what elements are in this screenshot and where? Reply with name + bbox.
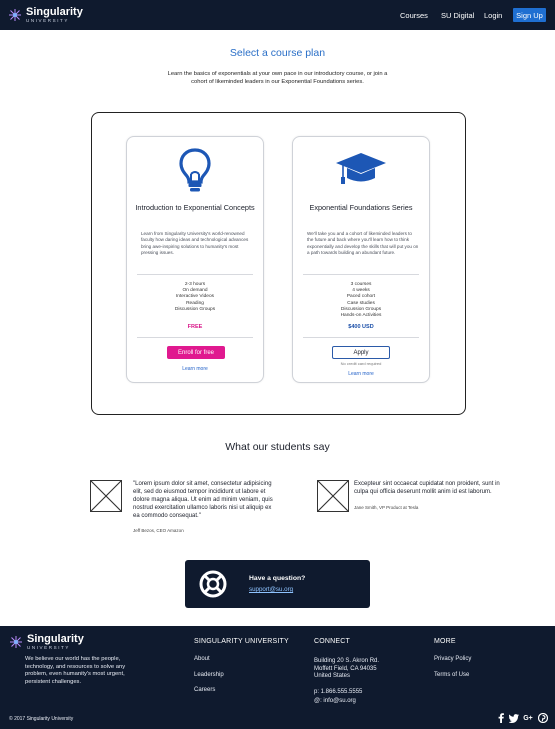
footer-heading-su: SINGULARITY UNIVERSITY (194, 638, 289, 645)
testimonial-quote: Excepteur sint occaecat cupidatat non pr… (354, 481, 500, 495)
help-box: Have a question? support@su.org (185, 560, 370, 608)
footer-logo[interactable]: Singularity UNIVERSITY (9, 634, 84, 651)
feature-list: 3 courses 4 weeks Paced cohort Case stud… (293, 282, 429, 319)
logo-name: Singularity (26, 5, 83, 18)
divider (303, 337, 419, 338)
signup-button[interactable]: Sign Up (513, 8, 546, 22)
feature-item: Hands-on Activities (340, 313, 382, 319)
price-label: $400 USD (348, 324, 374, 330)
feature-list: 2-3 hours On demand Interactive Videos R… (127, 282, 263, 313)
apply-button[interactable]: Apply (332, 346, 390, 359)
lifebuoy-icon (199, 570, 227, 598)
google-plus-icon[interactable]: G+ (523, 713, 533, 723)
footer-email[interactable]: @: info@su.org (314, 697, 362, 706)
enroll-free-button[interactable]: Enroll for free (167, 346, 225, 359)
address-line: Building 20 S. Akron Rd. (314, 658, 380, 664)
nav-login[interactable]: Login (484, 11, 502, 20)
footer-address: Building 20 S. Akron Rd. Moffett Field, … (314, 658, 379, 681)
testimonial-quote: "Lorem ipsum dolor sit amet, consectetur… (133, 481, 273, 519)
twitter-icon[interactable] (509, 713, 519, 723)
divider (303, 274, 419, 275)
student-photo-placeholder (317, 480, 349, 512)
support-email-link[interactable]: support@su.org (249, 586, 293, 593)
price-label: FREE (187, 324, 203, 330)
feature-item: Discussion Groups (174, 306, 216, 312)
logo-name: Singularity (27, 633, 84, 645)
top-navbar: Singularity UNIVERSITY Courses SU Digita… (0, 0, 555, 30)
card-description: We'll take you and a cohort of likeminde… (307, 231, 419, 256)
footer-heading-more: MORE (434, 638, 456, 645)
nav-su-digital[interactable]: SU Digital (441, 11, 474, 20)
footer-link-terms[interactable]: Terms of Use (434, 672, 469, 678)
footer-link-about[interactable]: About (194, 656, 210, 662)
course-card-foundations: Exponential Foundations Series We'll tak… (292, 136, 430, 383)
card-title: Exponential Foundations Series (309, 203, 413, 212)
help-question: Have a question? (249, 575, 306, 582)
course-card-intro: Introduction to Exponential Concepts Lea… (126, 136, 264, 383)
footer-link-privacy[interactable]: Privacy Policy (434, 656, 471, 662)
copyright: © 2017 Singularity University (9, 716, 74, 722)
footer-phone[interactable]: p: 1.866.555.5555 (314, 688, 362, 697)
site-footer: Singularity UNIVERSITY We believe our wo… (0, 626, 555, 729)
divider (137, 337, 253, 338)
graduation-cap-icon (336, 153, 386, 184)
logo-mark-icon (9, 9, 21, 21)
site-logo[interactable]: Singularity UNIVERSITY (8, 5, 83, 25)
card-description: Learn from Singularity University's worl… (141, 231, 249, 256)
testimonial-author: Jane Smith, VP Product at Tesla (354, 505, 419, 510)
divider (137, 274, 253, 275)
footer-contact: p: 1.866.555.5555 @: info@su.org (314, 688, 362, 705)
address-line: Moffett Field, CA 94035 (314, 665, 377, 672)
testimonial-author: Jeff Bezos, CEO Amazon (133, 528, 184, 533)
no-credit-card-note: No credit card required (340, 361, 382, 366)
address-line: United States (314, 673, 351, 679)
logo-mark-icon (10, 636, 22, 649)
footer-link-careers[interactable]: Careers (194, 687, 215, 693)
footer-link-leadership[interactable]: Leadership (194, 672, 224, 678)
logo-subtitle: UNIVERSITY (26, 17, 70, 23)
learn-more-link[interactable]: Learn more (127, 366, 263, 372)
page-title: Select a course plan (229, 47, 326, 59)
facebook-icon[interactable] (496, 713, 506, 723)
learn-more-link[interactable]: Learn more (293, 371, 429, 377)
card-title: Introduction to Exponential Concepts (135, 203, 255, 212)
logo-subtitle: UNIVERSITY (27, 645, 71, 650)
lightbulb-icon (179, 148, 211, 192)
nav-courses[interactable]: Courses (400, 11, 428, 20)
intro-text: Learn the basics of exponentials at your… (167, 71, 388, 85)
footer-tagline: We believe our world has the people, tec… (25, 656, 126, 685)
student-photo-placeholder (90, 480, 122, 512)
footer-heading-connect: CONNECT (314, 638, 351, 645)
pinterest-icon[interactable] (538, 713, 548, 723)
testimonials-title: What our students say (225, 441, 330, 453)
